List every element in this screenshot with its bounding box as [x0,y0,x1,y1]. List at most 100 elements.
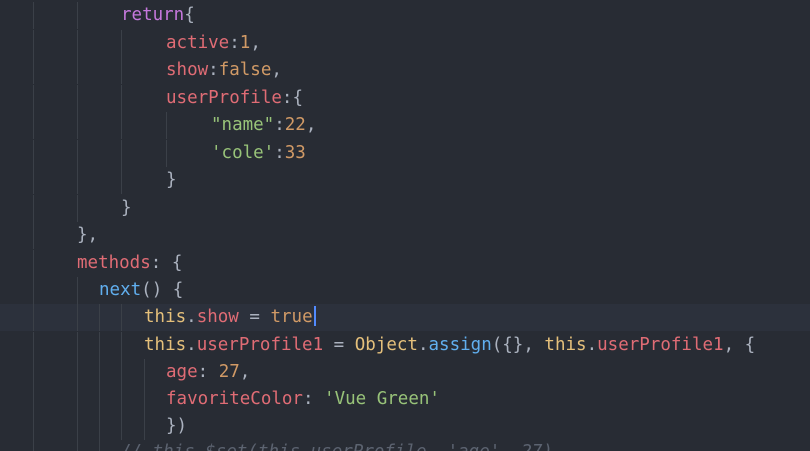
code-line[interactable]: methods: { [0,250,810,277]
code-line[interactable]: next() { [0,277,810,304]
code-token: // this.$set(this.userProfile, 'age', 27… [121,442,553,451]
code-token: = [238,307,271,327]
indent-guide [33,332,34,359]
code-token: } [121,198,132,218]
indent-guide [33,112,34,139]
indent-guide [121,85,122,112]
indent-guide [77,140,78,167]
code-token: , [305,115,317,135]
code-token: :{ [281,88,303,108]
code-text: this.show = true [144,304,316,331]
text-cursor [313,306,316,326]
code-token: userProfile1 [196,335,324,355]
indent-guide [77,57,78,84]
indent-guide [77,413,78,440]
indent-guide [77,386,78,413]
code-token: } [166,170,177,190]
code-line[interactable]: } [0,195,810,222]
code-token: favoriteColor [166,389,303,409]
indent-guide [99,386,100,413]
code-token: "name" [211,115,275,135]
code-token: , { [723,335,756,355]
indent-guide [99,332,100,359]
code-token: . [186,335,197,355]
code-token: userProfile [166,88,282,108]
code-token: 'Vue Green' [324,389,440,409]
code-line[interactable]: age: 27, [0,359,810,386]
code-text: }) [166,413,187,440]
indent-guide [121,386,122,413]
code-token: 1 [239,33,251,53]
code-text: 'cole':33 [211,140,306,167]
code-token: . [417,335,429,355]
code-text: methods: { [77,250,182,277]
code-line[interactable]: active:1, [0,30,810,57]
code-line[interactable]: show:false, [0,57,810,84]
indent-guide [77,195,78,222]
code-token: = [323,335,355,355]
code-token: . [586,335,598,355]
code-line[interactable]: // this.$set(this.userProfile, 'age', 27… [0,439,810,451]
code-token: : [208,60,219,80]
indent-guide [77,359,78,386]
code-token: 'cole' [211,143,275,163]
code-token: ({}, [491,335,545,355]
code-line[interactable]: return{ [0,2,810,29]
indent-guide [33,304,34,331]
indent-guide [121,57,122,84]
code-line[interactable]: }, [0,222,810,249]
code-token: }) [166,416,188,436]
code-text: this.userProfile1 = Object.assign({}, th… [144,332,755,359]
code-token: : { [150,253,183,273]
code-token: this [544,335,587,355]
code-editor[interactable]: return{active:1, show:false, userProfile:{… [0,0,810,451]
code-token: assign [428,335,492,355]
code-line[interactable]: } [0,167,810,194]
indent-guide [121,30,122,57]
code-text: show:false, [166,57,282,84]
indent-guide [77,439,78,451]
code-text: next() { [99,277,183,304]
code-line[interactable]: "name":22, [0,112,810,139]
indent-guide [77,85,78,112]
code-token: show [196,307,239,327]
code-line[interactable]: this.userProfile1 = Object.assign({}, th… [0,332,810,359]
code-line[interactable]: favoriteColor: 'Vue Green' [0,386,810,413]
indent-guide [33,167,34,194]
code-token: Object [354,335,418,355]
code-token: . [186,307,197,327]
indent-guide [33,250,34,277]
code-token: return [121,5,185,25]
indent-guide [144,359,145,386]
code-text: "name":22, [211,112,316,139]
code-token: true [270,307,313,327]
indent-guide [144,386,145,413]
code-token: : [197,362,219,382]
code-token: { [184,5,195,25]
code-token: }, [77,225,99,245]
code-token: age [166,362,198,382]
indent-guide [33,85,34,112]
indent-guide [121,332,122,359]
code-token: active [166,33,230,53]
code-line-current[interactable]: this.show = true [0,304,810,331]
indent-guide [33,30,34,57]
indent-guide [77,30,78,57]
code-line[interactable]: 'cole':33 [0,140,810,167]
indent-guide [121,304,122,331]
code-token: 27 [218,362,240,382]
indent-guide [121,359,122,386]
indent-guide [33,413,34,440]
code-token: show [166,60,209,80]
code-line[interactable]: }) [0,413,810,440]
code-text: // this.$set(this.userProfile, 'age', 27… [121,439,553,451]
code-line[interactable]: userProfile:{ [0,85,810,112]
code-text: } [121,195,132,222]
indent-guide [77,167,78,194]
indent-guide [99,439,100,451]
code-text: age: 27, [166,359,250,386]
code-token: , [271,60,282,80]
code-text: userProfile:{ [166,85,303,112]
code-token: next [99,280,142,300]
code-text: active:1, [166,30,261,57]
